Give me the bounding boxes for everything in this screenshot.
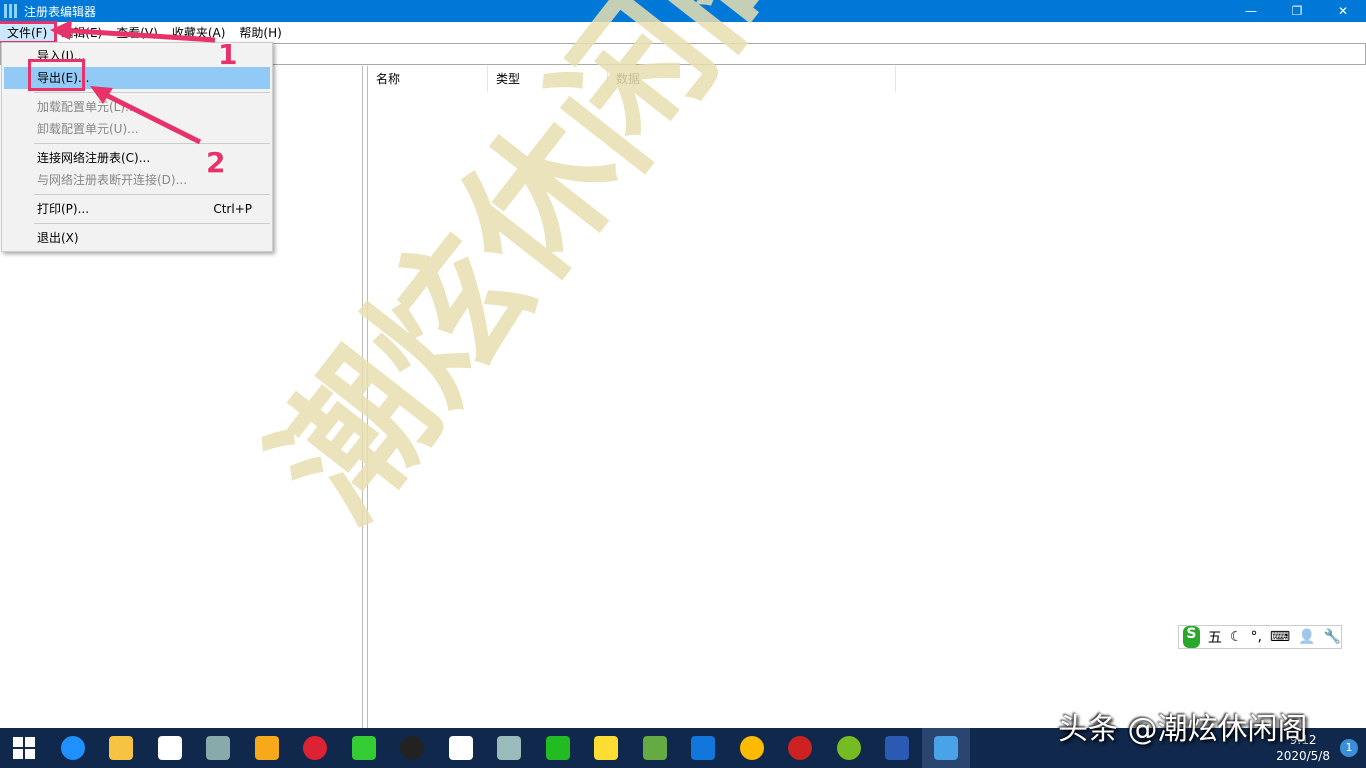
app-icon [546,736,570,760]
date: 2020/5/8 [1276,748,1330,764]
app-icon [691,736,715,760]
taskbar-app[interactable] [728,728,777,768]
taskbar-store[interactable] [146,728,195,768]
taskbar-qq[interactable] [388,728,437,768]
app-icon [643,736,667,760]
column-name[interactable]: 名称 [368,66,488,92]
app-icon [303,736,327,760]
app-icon [206,736,230,760]
user-icon[interactable]: 👤 [1298,629,1315,645]
toutiao-watermark: 头条 @潮炫休闲阁 [1058,704,1308,748]
column-data[interactable]: 数据 [608,66,896,92]
menu-item-print[interactable]: 打印(P)... Ctrl+P [4,198,270,220]
app-icon [497,736,521,760]
punctuation-icon[interactable]: °, [1250,629,1261,645]
print-shortcut: Ctrl+P [213,198,252,220]
puzzle-icon [594,736,618,760]
app-icon [837,736,861,760]
separator [34,223,270,224]
word-icon [885,736,909,760]
menu-item-exit[interactable]: 退出(X) [4,227,270,249]
wrench-icon[interactable]: 🔧 [1324,629,1341,645]
step-2-label: 2 [206,146,225,179]
column-type[interactable]: 类型 [488,66,608,92]
moon-icon[interactable]: ☾ [1230,629,1243,645]
sogou-logo-icon[interactable]: S [1183,626,1200,648]
taskbar-regedit[interactable] [922,728,971,768]
baidu-netdisk-icon [449,736,473,760]
taskbar-app[interactable] [194,728,243,768]
taskbar-app[interactable] [243,728,292,768]
taskbar-edge[interactable] [49,728,98,768]
taskbar-app[interactable] [825,728,874,768]
app-icon [788,736,812,760]
taskbar-app[interactable] [485,728,534,768]
taskbar-wechat[interactable] [340,728,389,768]
ime-toolbar: S 五 ☾ °, ⌨ 👤 🔧 [1178,625,1342,649]
edge-icon [61,736,85,760]
ime-mode[interactable]: 五 [1208,627,1222,647]
folder-icon [109,736,133,760]
minimize-button[interactable]: — [1228,0,1274,22]
browser-icon [740,736,764,760]
taskbar-app[interactable] [291,728,340,768]
taskbar-word[interactable] [873,728,922,768]
shield-icon [255,736,279,760]
taskbar-app[interactable] [437,728,486,768]
keyboard-icon[interactable]: ⌨ [1270,629,1290,645]
print-label: 打印(P)... [37,202,89,216]
taskbar-explorer[interactable] [97,728,146,768]
taskbar-app[interactable] [776,728,825,768]
start-button[interactable] [0,728,49,768]
regedit-icon [934,736,958,760]
close-button[interactable]: ✕ [1320,0,1366,22]
step-1-label: 1 [218,38,237,71]
taskbar-app[interactable] [534,728,583,768]
store-icon [158,736,182,760]
maximize-button[interactable]: ❐ [1274,0,1320,22]
windows-icon [13,737,35,759]
wechat-icon [352,736,376,760]
taskbar-app[interactable] [582,728,631,768]
taskbar-app[interactable] [631,728,680,768]
notification-badge[interactable]: 1 [1340,739,1358,757]
taskbar-app[interactable] [679,728,728,768]
annotation-arrows [0,0,300,200]
qq-icon [400,736,424,760]
